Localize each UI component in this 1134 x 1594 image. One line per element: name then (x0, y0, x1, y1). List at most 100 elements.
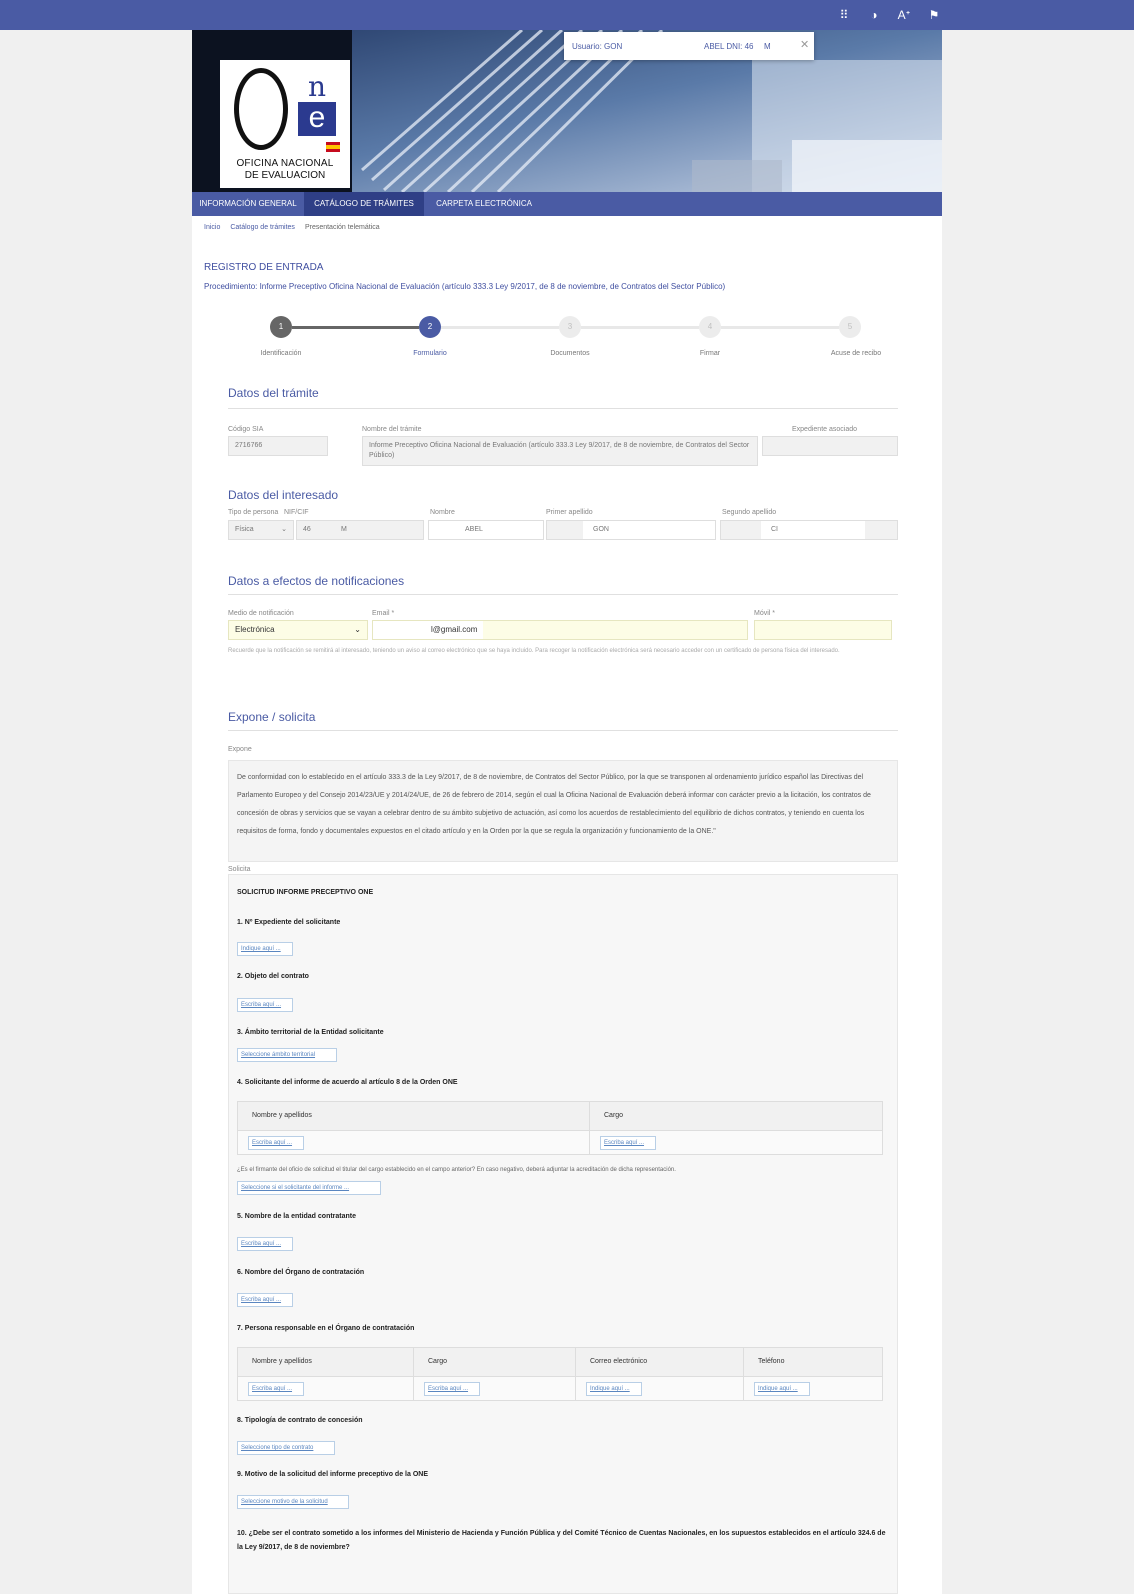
table-cell: Escriba aquí ... (238, 1131, 590, 1155)
responsable-telefono-field[interactable]: Indique aquí ... (754, 1382, 810, 1396)
step-3-circle: 3 (559, 316, 581, 338)
question-6: 6. Nombre del Órgano de contratación (237, 1269, 365, 1276)
responsable-cargo-field[interactable]: Escriba aquí ... (424, 1382, 480, 1396)
main-nav: INFORMACIÓN GENERAL CATÁLOGO DE TRÁMITES… (192, 192, 942, 216)
tipo-persona-select[interactable]: Física ⌄ (228, 520, 294, 540)
main-page: n e OFICINA NACIONAL DE EVALUACION Usuar… (192, 30, 942, 1594)
section-datos-tramite: Datos del trámite (228, 386, 319, 400)
apellido1-field: GON (546, 520, 716, 540)
responsable-nombre-field[interactable]: Escriba aquí ... (248, 1382, 304, 1396)
responsable-table: Nombre y apellidos Cargo Correo electrón… (237, 1347, 883, 1401)
section-notificaciones: Datos a efectos de notificaciones (228, 574, 405, 588)
nombre-field: ABEL (428, 520, 544, 540)
organo-contratacion-field[interactable]: Escriba aquí ... (237, 1293, 293, 1307)
section-datos-interesado: Datos del interesado (228, 488, 339, 502)
nif-label: NIF/CIF (284, 509, 309, 516)
question-7: 7. Persona responsable en el Órgano de c… (237, 1325, 415, 1332)
apellido2-label: Segundo apellido (722, 509, 777, 516)
accessibility-icons: ⠿ ◑ Aᐩ ⚑ (836, 8, 942, 22)
top-utility-bar: ⠿ ◑ Aᐩ ⚑ (0, 0, 1134, 30)
medio-value: Electrónica (235, 625, 275, 634)
motivo-solicitud-select[interactable]: Seleccione motivo de la solicitud (237, 1495, 349, 1509)
table-cell: Indique aquí ... (576, 1377, 744, 1401)
apellido2-field: CI (720, 520, 898, 540)
step-5-circle: 5 (839, 316, 861, 338)
solicitante-nombre-field[interactable]: Escriba aquí ... (248, 1136, 304, 1150)
question-10: 10. ¿Debe ser el contrato sometido a los… (237, 1530, 886, 1551)
medio-select[interactable]: Electrónica ⌄ (228, 620, 368, 640)
close-icon[interactable]: ✕ (800, 38, 809, 51)
breadcrumb-inicio[interactable]: Inicio (204, 224, 220, 231)
expediente-field[interactable] (762, 436, 898, 456)
apellido1-value: GON (583, 521, 715, 539)
expone-text: De conformidad con lo establecido en el … (228, 760, 898, 862)
tramite-name-label: Nombre del trámite (362, 426, 422, 433)
contrast-icon[interactable]: ◑ (866, 8, 882, 22)
breadcrumb-current: Presentación telemática (304, 224, 380, 231)
tramite-name-field: Informe Preceptivo Oficina Nacional de E… (362, 436, 758, 466)
question-9: 9. Motivo de la solicitud del informe pr… (237, 1471, 428, 1478)
entidad-contratante-field[interactable]: Escriba aquí ... (237, 1237, 293, 1251)
nif-suffix: M (341, 526, 347, 533)
logo-line-2: DE EVALUACION (244, 170, 326, 181)
sia-label: Código SIA (228, 426, 264, 433)
user-name: ABEL DNI: 46 (704, 42, 754, 51)
question-5: 5. Nombre de la entidad contratante (237, 1213, 357, 1220)
objeto-contrato-field[interactable]: Escriba aquí ... (237, 998, 293, 1012)
font-size-icon[interactable]: Aᐩ (896, 8, 912, 22)
step-1-circle: 1 (270, 316, 292, 338)
table-header: Teléfono (758, 1358, 785, 1365)
firmante-select[interactable]: Seleccione si el solicitante del informe… (237, 1181, 381, 1195)
medio-label: Medio de notificación (228, 610, 294, 617)
ambito-territorial-select[interactable]: Seleccione ámbito territorial (237, 1048, 337, 1062)
chevron-down-icon: ⌄ (354, 625, 361, 634)
one-logo[interactable]: n e OFICINA NACIONAL DE EVALUACION (220, 60, 350, 188)
section-expone-solicita: Expone / solicita (228, 710, 316, 724)
table-header: Cargo (414, 1348, 576, 1376)
responsable-email-field[interactable]: Indique aquí ... (586, 1382, 642, 1396)
email-input[interactable]: l@gmail.com (372, 620, 748, 640)
table-cell: Indique aquí ... (744, 1377, 882, 1401)
section-divider (228, 730, 898, 731)
logo-line-1: OFICINA NACIONAL (236, 158, 334, 169)
nombre-label: Nombre (430, 509, 455, 516)
email-label: Email * (372, 610, 395, 617)
solicita-form: SOLICITUD INFORME PRECEPTIVO ONE 1. Nº E… (228, 874, 898, 1594)
question-3: 3. Ámbito territorial de la Entidad soli… (237, 1029, 384, 1036)
question-1: 1. Nº Expediente del solicitante (237, 919, 341, 926)
page-title: REGISTRO DE ENTRADA (204, 262, 324, 273)
header-banner: n e OFICINA NACIONAL DE EVALUACION Usuar… (192, 30, 942, 192)
sia-field: 2716766 (228, 436, 328, 456)
table-cell: Escriba aquí ... (590, 1131, 882, 1155)
logo-o-shape (234, 68, 288, 150)
question-2: 2. Objeto del contrato (237, 973, 309, 980)
solicitante-cargo-field[interactable]: Escriba aquí ... (600, 1136, 656, 1150)
nif-field: 46 M (296, 520, 424, 540)
movil-label: Móvil * (754, 610, 776, 617)
question-4b: ¿Es el firmante del oficio de solicitud … (237, 1167, 676, 1173)
tab-catalogo-tramites[interactable]: CATÁLOGO DE TRÁMITES (304, 192, 424, 216)
apellido1-label: Primer apellido (546, 509, 593, 516)
flag-icon[interactable]: ⚑ (926, 8, 942, 22)
tipo-contrato-select[interactable]: Seleccione tipo de contrato (237, 1441, 335, 1455)
table-row: Escriba aquí ... Escriba aquí ... (238, 1130, 882, 1155)
breadcrumb: Inicio Catálogo de trámites Presentación… (204, 224, 380, 231)
step-connector (441, 326, 559, 329)
step-3-label: Documentos (550, 350, 590, 357)
solicita-label: Solicita (228, 866, 251, 873)
tab-informacion-general[interactable]: INFORMACIÓN GENERAL (192, 192, 304, 216)
nombre-value: ABEL (429, 521, 543, 539)
logo-ne-mark: n e (298, 72, 336, 140)
tab-carpeta-electronica[interactable]: CARPETA ELECTRÓNICA (424, 192, 544, 216)
movil-input[interactable] (754, 620, 892, 640)
step-1-label: Identificación (260, 350, 302, 357)
procedure-title: Procedimiento: Informe Preceptivo Oficin… (204, 282, 726, 291)
breadcrumb-catalogo[interactable]: Catálogo de trámites (230, 224, 295, 231)
solicitud-heading: SOLICITUD INFORME PRECEPTIVO ONE (237, 889, 374, 896)
tipo-persona-label: Tipo de persona (228, 509, 279, 516)
table-header: Cargo (604, 1112, 624, 1119)
chevron-down-icon: ⌄ (281, 526, 287, 533)
step-connector (581, 326, 699, 329)
expediente-solicitante-field[interactable]: Indique aquí ... (237, 942, 293, 956)
grid-icon[interactable]: ⠿ (836, 8, 852, 22)
